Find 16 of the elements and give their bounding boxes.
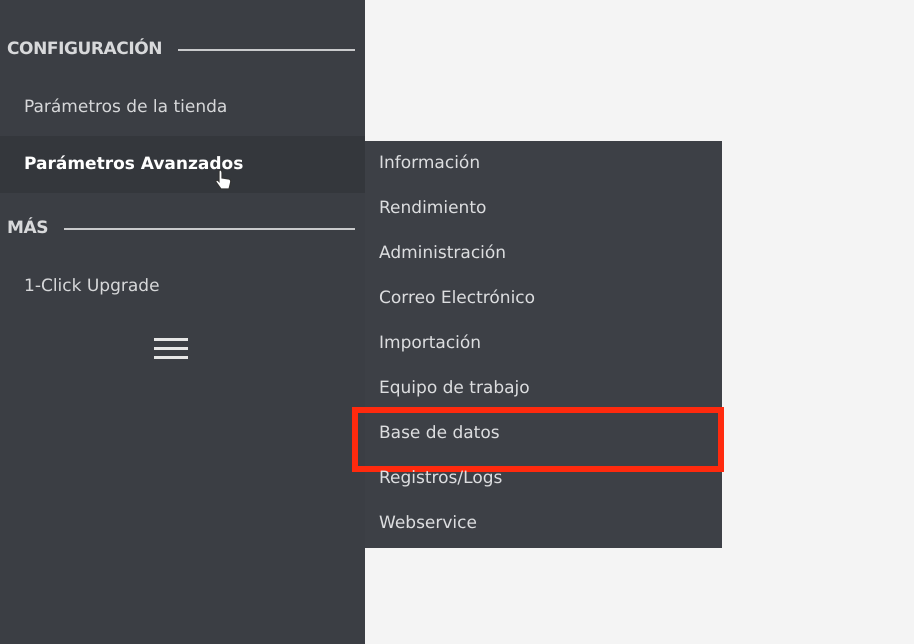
- submenu-item[interactable]: Administración: [365, 240, 506, 266]
- menu-icon[interactable]: [154, 337, 188, 361]
- submenu-item[interactable]: Información: [365, 150, 480, 176]
- submenu-item[interactable]: Correo Electrónico: [365, 286, 536, 312]
- sidebar-item[interactable]: Parámetros Avanzados: [0, 136, 365, 193]
- cursor-icon: [215, 169, 233, 191]
- sidebar-item[interactable]: Parámetros de la tienda: [0, 79, 365, 136]
- submenu-item[interactable]: Webservice: [365, 510, 477, 536]
- submenu-item[interactable]: Importación: [365, 330, 482, 356]
- submenu-item[interactable]: Equipo de trabajo: [365, 376, 530, 402]
- submenu-item[interactable]: Rendimiento: [365, 196, 486, 222]
- submenu-item[interactable]: Base de datos: [365, 420, 500, 446]
- sidebar-item[interactable]: 1-Click Upgrade: [0, 258, 365, 315]
- submenu-item[interactable]: Registros/Logs: [365, 466, 502, 492]
- section-title: CONFIGURACIÓN: [7, 37, 162, 62]
- section-title: MÁS: [7, 216, 48, 240]
